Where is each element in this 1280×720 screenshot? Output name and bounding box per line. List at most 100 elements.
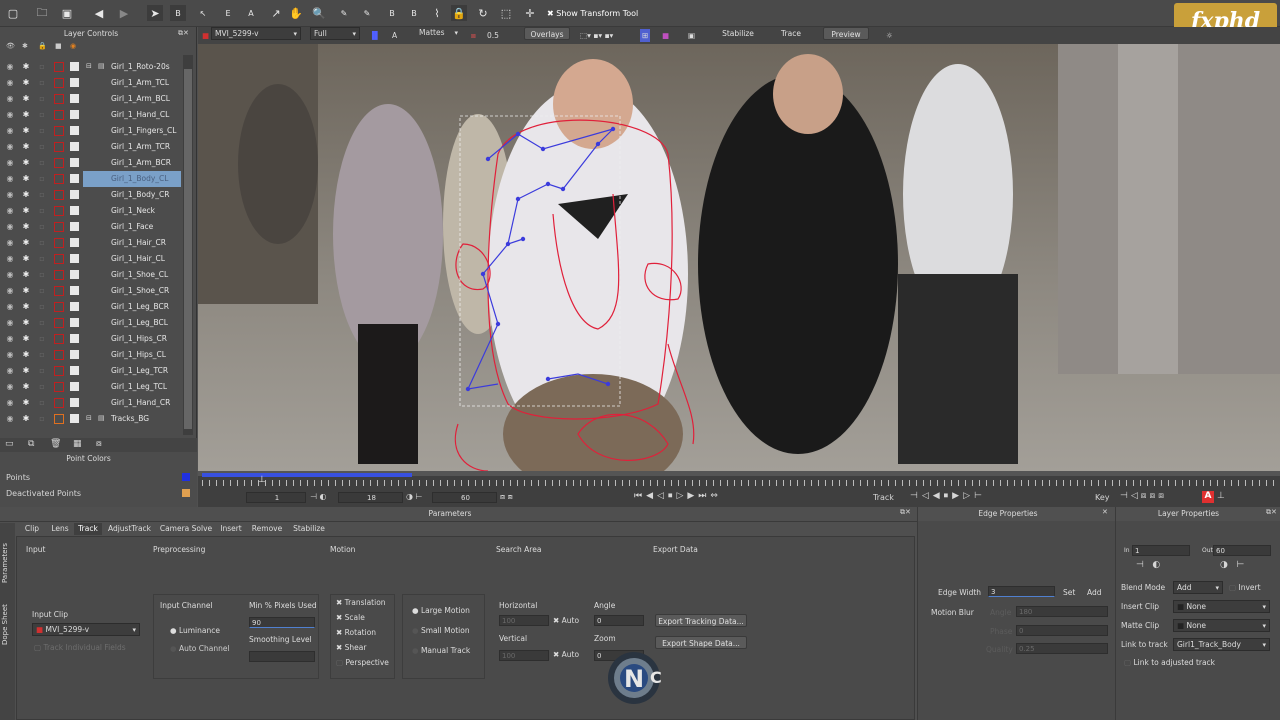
layer-checkbox[interactable] xyxy=(70,334,79,343)
visibility-eye-icon[interactable]: ◉ xyxy=(5,254,15,264)
layer-item[interactable]: ◉ ✱ ▫ Girl_1_Hips_CR xyxy=(0,331,182,347)
visibility-eye-icon[interactable]: ◉ xyxy=(5,318,15,328)
group-layer-icon[interactable]: ▦ xyxy=(73,439,82,449)
lock-icon[interactable]: 🔒 xyxy=(451,5,467,21)
a-view-toggle[interactable]: A xyxy=(392,29,397,42)
select-tool-3[interactable]: ↖ xyxy=(195,5,211,21)
lock-icon[interactable]: ▫ xyxy=(37,414,47,424)
current-frame-field[interactable]: 18 xyxy=(338,492,403,503)
lock-icon[interactable]: ▫ xyxy=(37,190,47,200)
layer-checkbox[interactable] xyxy=(70,94,79,103)
layer-checkbox[interactable] xyxy=(70,238,79,247)
gear-icon[interactable]: ✱ xyxy=(21,270,31,280)
horizontal-input[interactable]: 100 xyxy=(499,615,549,626)
key-controls[interactable]: ⊣◁⧈⧈⧈ xyxy=(1120,491,1167,501)
layer-item[interactable]: ◉ ✱ ▫ Girl_1_Shoe_CL xyxy=(0,267,182,283)
delete-layer-icon[interactable]: 🗑 xyxy=(50,439,61,449)
pointer-plus-icon[interactable]: ↗ xyxy=(268,5,284,21)
visibility-eye-icon[interactable]: ◉ xyxy=(5,350,15,360)
layer-item[interactable]: ◉ ✱ ▫ Girl_1_Arm_BCR xyxy=(0,155,182,171)
pen-tool-icon[interactable]: ⌇ xyxy=(429,5,445,21)
tab-track[interactable]: Track xyxy=(74,523,102,535)
layerprops-float-icon[interactable]: ⧉✕ xyxy=(1266,508,1277,517)
color-swatch-icon[interactable]: ■ xyxy=(662,29,669,42)
visibility-eye-icon[interactable]: ◉ xyxy=(5,62,15,72)
layer-color-box[interactable] xyxy=(54,334,64,344)
layer-color-box[interactable] xyxy=(54,398,64,408)
points-color-swatch[interactable] xyxy=(182,473,190,481)
layer-checkbox[interactable] xyxy=(70,318,79,327)
gear-icon[interactable]: ✱ xyxy=(21,414,31,424)
lock-icon[interactable]: ▫ xyxy=(37,94,47,104)
settings-sun-icon[interactable]: ☼ xyxy=(886,29,893,42)
layer-group-root[interactable]: ◉ ✱ ▫ ⊟ ▤ Girl_1_Roto-20s xyxy=(0,59,182,75)
blur-quality-input[interactable]: 0.25 xyxy=(1016,643,1108,654)
layer-checkbox[interactable] xyxy=(70,270,79,279)
link-layer-icon[interactable]: ⧇ xyxy=(96,439,102,449)
blur-angle-input[interactable]: 180 xyxy=(1016,606,1108,617)
layer-item[interactable]: ◉ ✱ ▫ Girl_1_Body_CL xyxy=(0,171,182,187)
timeline-range-bar[interactable] xyxy=(202,473,412,477)
insert-clip-select[interactable]: ■ None xyxy=(1173,600,1270,613)
gear-icon[interactable]: ✱ xyxy=(21,382,31,392)
layer-scrollbar[interactable] xyxy=(183,55,193,435)
lock-icon[interactable]: ▫ xyxy=(37,238,47,248)
motion-shear-checkbox[interactable]: ✖ Shear xyxy=(336,643,366,652)
gear-icon[interactable]: ✱ xyxy=(21,126,31,136)
range-icons[interactable]: ⧈ ⧈ xyxy=(500,492,513,502)
edge-add-button[interactable]: Add xyxy=(1087,588,1102,597)
layer-color-box[interactable] xyxy=(54,142,64,152)
gear-icon[interactable]: ✱ xyxy=(21,110,31,120)
lock-icon[interactable]: ▫ xyxy=(37,142,47,152)
stabilize-toggle-icon[interactable]: ▣ xyxy=(688,29,695,42)
export-tracking-button[interactable]: Export Tracking Data... xyxy=(655,614,747,627)
new-layer-icon[interactable]: ▭ xyxy=(5,439,14,449)
visibility-eye-icon[interactable]: ◉ xyxy=(5,94,15,104)
layer-checkbox[interactable] xyxy=(70,414,79,423)
visibility-eye-icon[interactable]: ◉ xyxy=(5,366,15,376)
layer-color-box[interactable] xyxy=(54,414,64,424)
visibility-eye-icon[interactable]: ◉ xyxy=(5,222,15,232)
layer-item[interactable]: ◉ ✱ ▫ Girl_1_Body_CR xyxy=(0,187,182,203)
panel-float-icon[interactable]: ⧉✕ xyxy=(178,29,189,38)
in-controls-icons[interactable]: ⊣ ◐ xyxy=(1136,560,1160,570)
layer-checkbox[interactable] xyxy=(70,286,79,295)
layer-color-box[interactable] xyxy=(54,254,64,264)
zoom-icon[interactable]: 🔍 xyxy=(311,5,327,21)
start-frame-field[interactable]: 1 xyxy=(246,492,306,503)
channel-rgb-icon[interactable]: ▐▌ xyxy=(369,29,381,42)
gear-icon[interactable]: ✱ xyxy=(21,366,31,376)
layer-color-box[interactable] xyxy=(54,206,64,216)
layer-item[interactable]: ◉ ✱ ▫ Girl_1_Leg_TCR xyxy=(0,363,182,379)
manual-track-radio[interactable]: ● Manual Track xyxy=(412,646,470,655)
visibility-eye-icon[interactable]: ◉ xyxy=(5,334,15,344)
layer-color-box[interactable] xyxy=(54,78,64,88)
motion-translation-checkbox[interactable]: ✖ Translation xyxy=(336,598,386,607)
visibility-eye-icon[interactable]: ◉ xyxy=(5,286,15,296)
gear-icon[interactable]: ✱ xyxy=(21,286,31,296)
layer-item[interactable]: ◉ ✱ ▫ Girl_1_Arm_BCL xyxy=(0,91,182,107)
layer-color-box[interactable] xyxy=(54,270,64,280)
input-clip-select[interactable]: ■ MVI_5299-v xyxy=(32,623,140,636)
bezier-b-tool[interactable]: B xyxy=(384,5,400,21)
edge-close-icon[interactable]: ✕ xyxy=(1102,508,1108,516)
layer-color-box[interactable] xyxy=(54,382,64,392)
matte-clip-select[interactable]: ■ None xyxy=(1173,619,1270,632)
layer-checkbox[interactable] xyxy=(70,78,79,87)
vertical-input[interactable]: 100 xyxy=(499,650,549,661)
track-individual-fields-checkbox[interactable]: ▢ Track Individual Fields xyxy=(34,643,126,652)
expand-toggle-icon[interactable]: ⊟ xyxy=(86,62,92,70)
layer-checkbox[interactable] xyxy=(70,190,79,199)
lock-icon[interactable]: ▫ xyxy=(37,254,47,264)
layer-item[interactable]: ◉ ✱ ▫ Girl_1_Hand_CL xyxy=(0,107,182,123)
motion-scale-checkbox[interactable]: ✖ Scale xyxy=(336,613,365,622)
layer-color-box[interactable] xyxy=(54,238,64,248)
gear-icon[interactable]: ✱ xyxy=(21,62,31,72)
select-arrow-icon[interactable]: ➤ xyxy=(147,5,163,21)
out-controls-icons[interactable]: ◑ ⊢ xyxy=(1220,560,1244,570)
smoothing-input[interactable] xyxy=(249,651,315,662)
visibility-eye-icon[interactable]: ◉ xyxy=(5,126,15,136)
gear-icon[interactable]: ✱ xyxy=(21,254,31,264)
layer-color-box[interactable] xyxy=(54,126,64,136)
tab-insert[interactable]: Insert xyxy=(215,523,247,535)
